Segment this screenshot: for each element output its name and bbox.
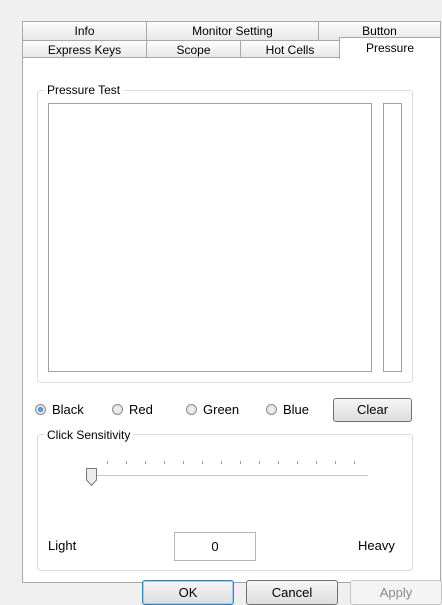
slider-tick xyxy=(278,461,279,464)
radio-green-indicator xyxy=(186,404,197,415)
slider-tick xyxy=(316,461,317,464)
radio-red[interactable]: Red xyxy=(112,402,153,417)
sensitivity-value: 0 xyxy=(211,539,219,554)
sensitivity-value-field[interactable]: 0 xyxy=(174,532,256,561)
slider-track xyxy=(88,475,368,477)
apply-button[interactable]: Apply xyxy=(350,580,442,605)
tab-hot-cells-label: Hot Cells xyxy=(265,43,315,57)
tab-info[interactable]: Info xyxy=(22,21,147,41)
tab-button-label: Button xyxy=(362,24,397,38)
tab-pressure-label: Pressure xyxy=(365,41,415,55)
radio-green[interactable]: Green xyxy=(186,402,239,417)
tab-pressure[interactable]: Pressure xyxy=(339,37,441,59)
light-label: Light xyxy=(48,538,77,553)
tab-express-keys-label: Express Keys xyxy=(47,43,122,57)
slider-thumb[interactable] xyxy=(85,467,98,487)
ok-button[interactable]: OK xyxy=(142,580,234,605)
radio-black[interactable]: Black xyxy=(35,402,84,417)
ok-button-label: OK xyxy=(178,585,198,600)
slider-tick xyxy=(145,461,146,464)
radio-black-label: Black xyxy=(52,402,84,417)
cancel-button-label: Cancel xyxy=(271,585,313,600)
radio-red-label: Red xyxy=(129,402,153,417)
radio-green-label: Green xyxy=(203,402,240,417)
click-sensitivity-title: Click Sensitivity xyxy=(44,428,134,442)
pressure-level-bar xyxy=(383,103,402,372)
slider-tick xyxy=(183,461,184,464)
slider-tick xyxy=(202,461,203,464)
slider-tick xyxy=(221,461,222,464)
radio-red-indicator xyxy=(112,404,123,415)
tab-scope-label: Scope xyxy=(176,43,211,57)
pressure-test-canvas[interactable] xyxy=(48,103,372,372)
tab-scope[interactable]: Scope xyxy=(146,40,241,58)
clear-button-label: Clear xyxy=(356,402,389,417)
slider-tick xyxy=(297,461,298,464)
tab-monitor-setting-label: Monitor Setting xyxy=(192,24,273,38)
sensitivity-slider[interactable] xyxy=(85,458,370,488)
radio-black-indicator xyxy=(35,404,46,415)
slider-tick xyxy=(259,461,260,464)
slider-tick xyxy=(164,461,165,464)
slider-tick xyxy=(240,461,241,464)
apply-button-label: Apply xyxy=(379,585,413,600)
slider-tick xyxy=(126,461,127,464)
radio-blue-indicator xyxy=(266,404,277,415)
heavy-label: Heavy xyxy=(358,538,395,553)
slider-tick xyxy=(354,461,355,464)
cancel-button[interactable]: Cancel xyxy=(246,580,338,605)
clear-button[interactable]: Clear xyxy=(333,398,412,422)
tab-hot-cells[interactable]: Hot Cells xyxy=(240,40,340,58)
radio-blue-label: Blue xyxy=(283,402,310,417)
tab-info-label: Info xyxy=(74,24,95,38)
tab-express-keys[interactable]: Express Keys xyxy=(22,40,147,58)
slider-tick xyxy=(107,461,108,464)
slider-tick xyxy=(335,461,336,464)
radio-blue[interactable]: Blue xyxy=(266,402,309,417)
tab-monitor-setting[interactable]: Monitor Setting xyxy=(146,21,319,41)
pressure-test-title: Pressure Test xyxy=(44,83,124,97)
